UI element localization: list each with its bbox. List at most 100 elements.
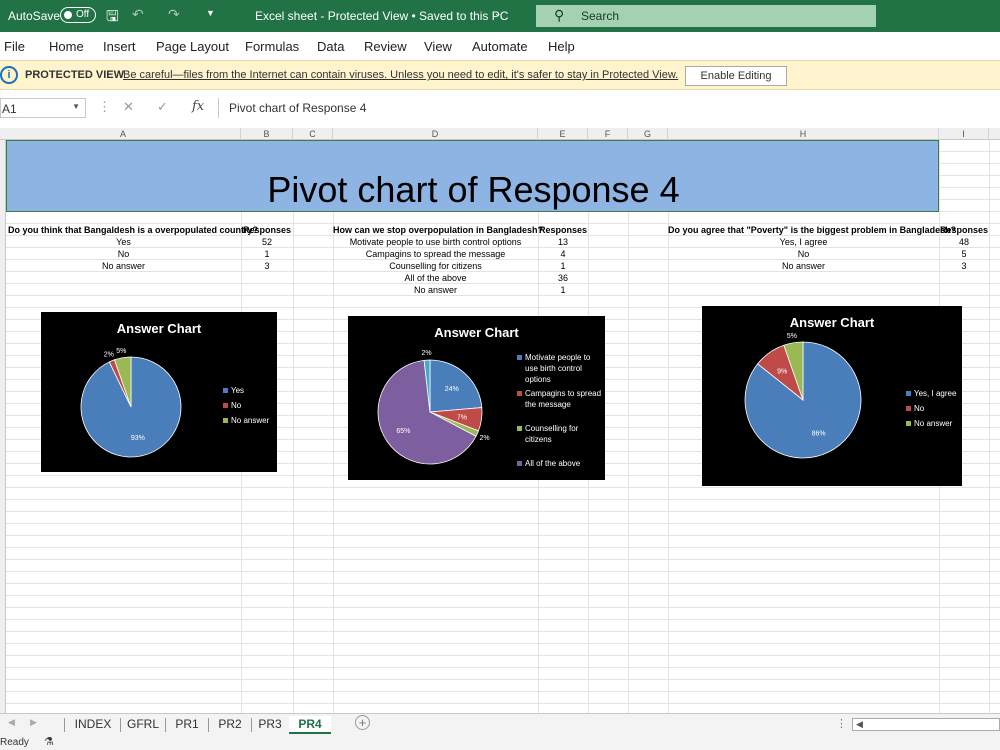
tab-insert[interactable]: Insert xyxy=(103,39,136,54)
table-cell[interactable]: 1 xyxy=(538,260,588,272)
tab-formulas[interactable]: Formulas xyxy=(245,39,299,54)
sheet-tab-pr3[interactable]: PR3 xyxy=(252,716,288,734)
formula-input[interactable]: Pivot chart of Response 4 xyxy=(218,98,1000,118)
tab-file[interactable]: File xyxy=(4,39,25,54)
column-header[interactable]: C xyxy=(293,128,333,140)
column-header[interactable]: F xyxy=(588,128,628,140)
name-box[interactable]: A1 ▼ xyxy=(0,98,86,118)
column-header[interactable]: D xyxy=(333,128,538,140)
table-cell[interactable]: 3 xyxy=(939,260,989,272)
status-text: Ready xyxy=(0,737,29,748)
table-cell[interactable]: No xyxy=(6,248,241,260)
table-cell[interactable]: Yes, I agree xyxy=(668,236,939,248)
autosave-label: AutoSave xyxy=(8,9,61,23)
search-box[interactable]: ⚲ Search xyxy=(536,5,876,27)
legend-entry: Counselling for citizens xyxy=(517,423,578,445)
responses-header-1[interactable]: Responses xyxy=(241,224,293,236)
formula-bar: A1 ▼ ⋮ ✕ ✓ fx Pivot chart of Response 4 xyxy=(0,96,1000,122)
legend-entry: No xyxy=(906,404,924,413)
legend-entry: All of the above xyxy=(517,459,580,468)
undo-icon[interactable]: ↶ xyxy=(132,6,144,23)
tab-page-layout[interactable]: Page Layout xyxy=(156,39,229,54)
sheet-tab-gfrl[interactable]: GFRL xyxy=(121,716,165,734)
table-cell[interactable]: No answer xyxy=(6,260,241,272)
data-label: 2% xyxy=(422,350,432,357)
question-2[interactable]: How can we stop overpopulation in Bangla… xyxy=(333,224,543,236)
banner-title: Pivot chart of Response 4 xyxy=(267,169,680,210)
enable-editing-button[interactable]: Enable Editing xyxy=(685,66,787,86)
question-1[interactable]: Do you think that Bangaldesh is a overpo… xyxy=(8,224,258,236)
tab-data[interactable]: Data xyxy=(317,39,344,54)
column-header[interactable]: B xyxy=(241,128,293,140)
table-cell[interactable]: Motivate people to use birth control opt… xyxy=(333,236,538,248)
table-cell[interactable]: 48 xyxy=(939,236,989,248)
protected-view-bar: i PROTECTED VIEW Be careful—files from t… xyxy=(0,60,1000,90)
info-icon: i xyxy=(0,66,18,84)
pie-chart-2[interactable]: Answer Chart 24% 7% 2% 65% 2% Motivate peopl… xyxy=(348,316,605,480)
responses-header-3[interactable]: Responses xyxy=(939,224,989,236)
data-label: 86% xyxy=(812,430,826,437)
legend-entry: No xyxy=(223,401,241,410)
scroll-left-icon[interactable]: ◀ xyxy=(8,717,15,728)
redo-icon[interactable]: ↷ xyxy=(168,6,180,23)
sheet-tab-bar: ◀ ▶ INDEX GFRL PR1 PR2 PR3 PR4 + ⋮ ◀ xyxy=(0,713,1000,735)
scroll-left-icon[interactable]: ◀ xyxy=(856,719,863,730)
table-cell[interactable]: Yes xyxy=(6,236,241,248)
data-label: 5% xyxy=(116,348,126,355)
add-sheet-icon[interactable]: + xyxy=(355,715,370,730)
protected-view-title: PROTECTED VIEW xyxy=(25,69,125,81)
table-cell[interactable]: 1 xyxy=(538,284,588,296)
tab-review[interactable]: Review xyxy=(364,39,407,54)
autosave-toggle[interactable]: Off xyxy=(60,7,96,23)
legend-entry: Motivate people to use birth control optio… xyxy=(517,352,590,385)
responses-header-2[interactable]: Responses xyxy=(538,224,588,236)
pie-chart-1[interactable]: Answer Chart 93% 2% 5% Yes No No answer xyxy=(41,312,277,472)
sheet-tab-index[interactable]: INDEX xyxy=(66,716,120,734)
save-icon[interactable]: 🖫 xyxy=(106,6,119,31)
horizontal-scrollbar[interactable]: ◀ xyxy=(852,718,1000,731)
table-cell[interactable]: 52 xyxy=(241,236,293,248)
chevron-down-icon: ▼ xyxy=(72,102,80,111)
customize-qat-icon[interactable]: ▼ xyxy=(206,8,215,18)
column-header[interactable]: E xyxy=(538,128,588,140)
tab-help[interactable]: Help xyxy=(548,39,575,54)
column-header[interactable]: I xyxy=(939,128,989,140)
chevron-down-icon[interactable]: ⌄ xyxy=(494,8,502,19)
column-header[interactable]: A xyxy=(6,128,241,140)
data-label: 2% xyxy=(104,351,114,358)
table-cell[interactable]: 5 xyxy=(939,248,989,260)
check-icon[interactable]: ✓ xyxy=(157,99,168,115)
table-cell[interactable]: No answer xyxy=(333,284,538,296)
title-banner-cell[interactable]: Pivot chart of Response 4 xyxy=(6,140,939,212)
table-cell[interactable]: No answer xyxy=(668,260,939,272)
status-bar: Ready ⚗ xyxy=(0,735,1000,750)
fx-icon[interactable]: fx xyxy=(192,99,204,114)
data-label: 2% xyxy=(480,435,490,442)
table-cell[interactable]: 36 xyxy=(538,272,588,284)
sheet-tab-pr2[interactable]: PR2 xyxy=(209,716,251,734)
table-cell[interactable]: 4 xyxy=(538,248,588,260)
sheet-tab-pr4[interactable]: PR4 xyxy=(289,716,331,734)
scroll-right-icon[interactable]: ▶ xyxy=(30,717,37,728)
protected-view-message[interactable]: Be careful—files from the Internet can c… xyxy=(123,69,678,81)
tab-view[interactable]: View xyxy=(424,39,452,54)
table-cell[interactable]: All of the above xyxy=(333,272,538,284)
document-title[interactable]: Excel sheet - Protected View • Saved to … xyxy=(255,9,508,23)
table-cell[interactable]: 13 xyxy=(538,236,588,248)
question-3[interactable]: Do you agree that "Poverty" is the bigge… xyxy=(668,224,956,236)
cancel-icon[interactable]: ✕ xyxy=(123,99,134,115)
pie-chart-3[interactable]: Answer Chart 86% 9% 5% Yes, I agree No No … xyxy=(702,306,962,486)
tab-automate[interactable]: Automate xyxy=(472,39,528,54)
column-header[interactable]: H xyxy=(668,128,939,140)
table-cell[interactable]: 3 xyxy=(241,260,293,272)
table-cell[interactable]: 1 xyxy=(241,248,293,260)
accessibility-icon[interactable]: ⚗ xyxy=(44,735,54,748)
column-header[interactable]: G xyxy=(628,128,668,140)
tab-home[interactable]: Home xyxy=(49,39,84,54)
data-label: 9% xyxy=(777,369,787,376)
table-cell[interactable]: Counselling for citizens xyxy=(333,260,538,272)
table-cell[interactable]: Campagins to spread the message xyxy=(333,248,538,260)
sheet-tab-pr1[interactable]: PR1 xyxy=(166,716,208,734)
data-label: 93% xyxy=(131,435,145,442)
table-cell[interactable]: No xyxy=(668,248,939,260)
